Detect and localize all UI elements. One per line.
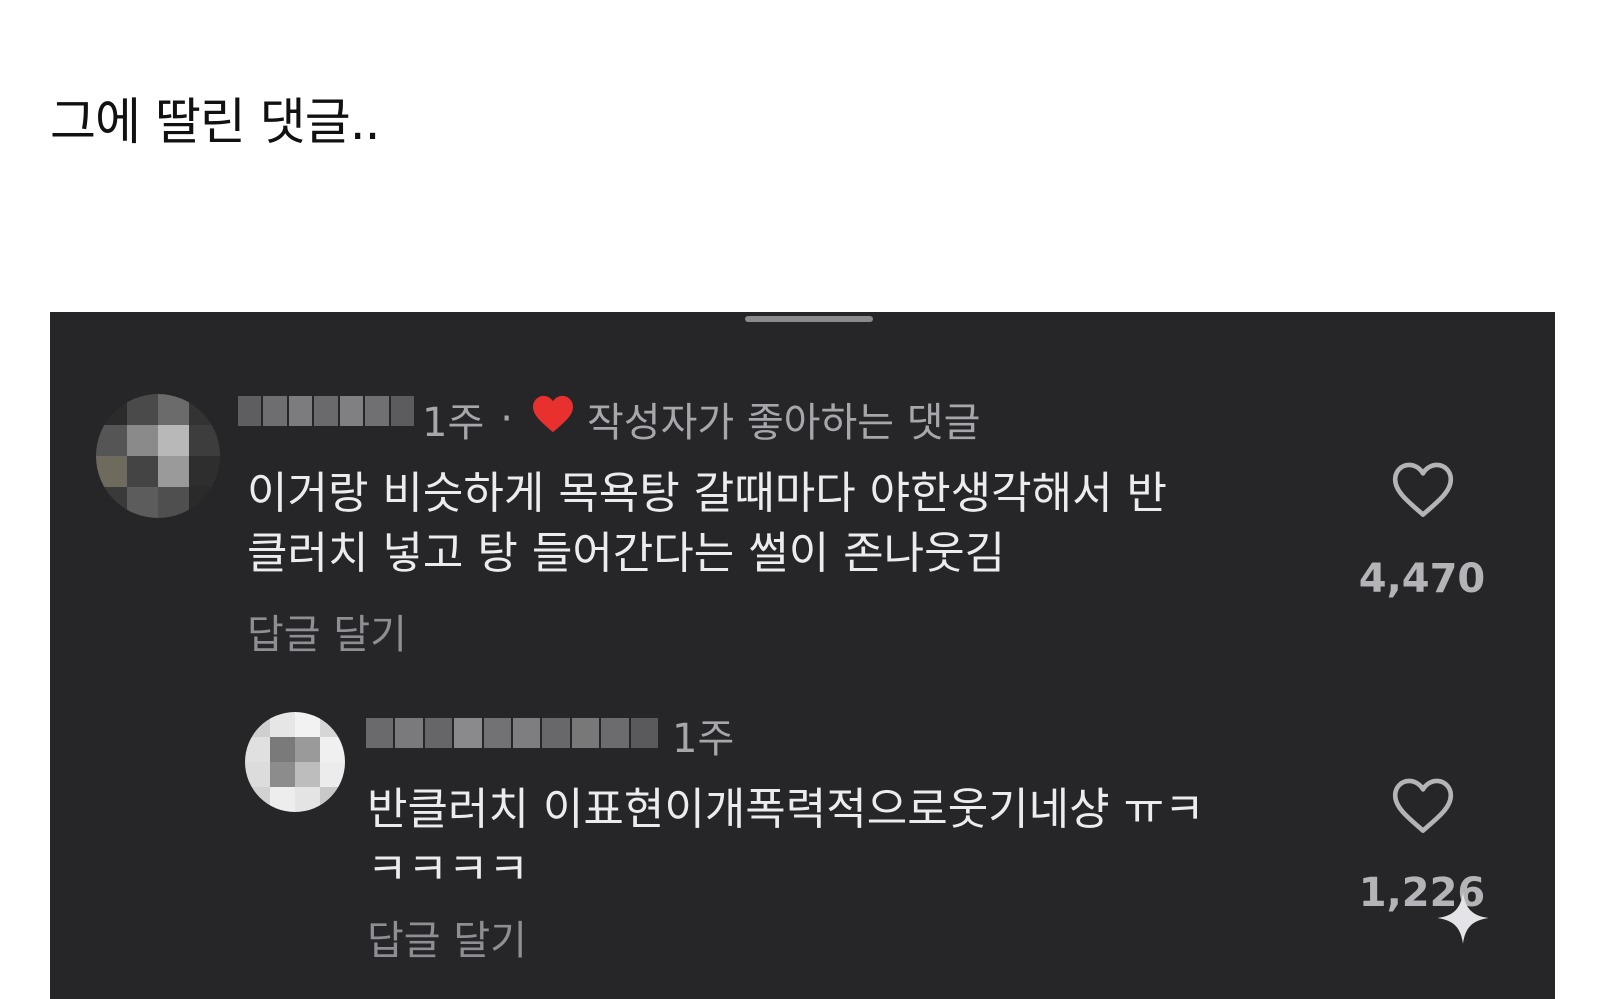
username-blur-block (513, 718, 541, 748)
meta-separator: · (500, 396, 513, 442)
username-blur-block (542, 718, 570, 748)
username-blur-block (390, 396, 414, 426)
username-blur-block (263, 396, 287, 426)
blurred-username[interactable] (238, 396, 414, 426)
avatar-pixel (127, 425, 158, 456)
avatar-pixel (295, 712, 320, 737)
avatar-pixel (270, 737, 295, 762)
avatar-pixel (189, 456, 220, 487)
avatar-pixel (295, 762, 320, 787)
username-blur-block (630, 718, 659, 748)
avatar-pixel (320, 737, 345, 762)
comment-meta: 1주 (672, 706, 734, 764)
sparkle-icon (1435, 890, 1491, 950)
avatar-pixel (96, 456, 127, 487)
avatar-pixel (127, 456, 158, 487)
comment-text: 반클러치 이표현이개폭력적으로웃기네샹 ㅠㅋ ㅋㅋㅋㅋ (367, 784, 1205, 895)
avatar-pixel (270, 787, 295, 812)
avatar-pixel (245, 762, 270, 787)
comment-time: 1주 (672, 716, 735, 762)
avatar-pixel (320, 787, 345, 812)
avatar-pixel (245, 787, 270, 812)
avatar[interactable] (245, 712, 345, 812)
username-blur-block (571, 718, 600, 748)
avatar-pixel (270, 762, 295, 787)
avatar-pixel (158, 456, 189, 487)
sheet-grabber[interactable] (745, 316, 873, 322)
username-blur-block (454, 718, 482, 748)
avatar-pixel (245, 712, 270, 737)
avatar-pixel (189, 487, 220, 518)
avatar-pixel (96, 425, 127, 456)
avatar-pixel (270, 712, 295, 737)
avatar-pixel (158, 487, 189, 518)
author-liked-label: 작성자가 좋아하는 댓글 (586, 400, 981, 446)
post-caption: 그에 딸린 댓글.. (50, 93, 381, 151)
username-blur-block (339, 396, 364, 426)
avatar-pixel (96, 394, 127, 425)
avatar-pixel (96, 487, 127, 518)
heart-filled-icon (531, 394, 575, 444)
avatar-pixel (320, 712, 345, 737)
comment-text: 이거랑 비슷하게 목욕탕 갈때마다 야한생각해서 반 클러치 넣고 탕 들어간다… (247, 468, 1168, 579)
heart-outline-icon[interactable] (1390, 776, 1456, 840)
username-blur-block (288, 396, 313, 426)
avatar-pixel (158, 394, 189, 425)
avatar-pixel (158, 425, 189, 456)
reply-button[interactable]: 답글 달기 (247, 602, 407, 660)
username-blur-block (314, 396, 338, 426)
like-count: 4,470 (1358, 556, 1486, 602)
avatar-pixel (127, 394, 158, 425)
avatar-pixel (295, 737, 320, 762)
username-blur-block (366, 718, 394, 748)
username-blur-block (395, 718, 423, 748)
username-blur-block (424, 718, 453, 748)
reply-button[interactable]: 답글 달기 (367, 908, 527, 966)
comments-sheet: 1주 · 작성자가 좋아하는 댓글 이거랑 비슷하게 목욕탕 갈때마다 야한생각… (50, 312, 1555, 999)
username-blur-block (483, 718, 512, 748)
blurred-username[interactable] (366, 718, 659, 748)
avatar-pixel (189, 394, 220, 425)
avatar[interactable] (96, 394, 220, 518)
avatar-pixel (245, 737, 270, 762)
avatar-pixel (295, 787, 320, 812)
avatar-pixel (320, 762, 345, 787)
username-blur-block (238, 396, 262, 426)
comment-meta: 1주 · 작성자가 좋아하는 댓글 (422, 390, 980, 448)
username-blur-block (601, 718, 629, 748)
avatar-pixel (127, 487, 158, 518)
avatar-pixel (189, 425, 220, 456)
heart-outline-icon[interactable] (1390, 460, 1456, 524)
username-blur-block (365, 396, 389, 426)
comment-time: 1주 (422, 400, 485, 446)
